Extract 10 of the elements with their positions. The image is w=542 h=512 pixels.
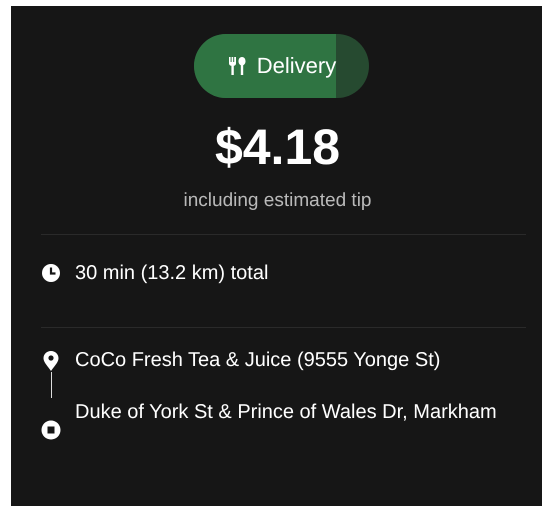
- fork-spoon-icon: [226, 56, 247, 76]
- price: $4.18: [214, 118, 342, 176]
- clock-icon: [41, 263, 61, 283]
- trip-summary: 30 min (13.2 km) total: [75, 261, 268, 286]
- stop-address: Duke of York St & Prince of Wales Dr, Markham: [75, 400, 497, 425]
- price-note: including estimated tip: [182, 190, 372, 212]
- pill-label: Delivery: [256, 53, 336, 79]
- destination-icon: [41, 420, 61, 440]
- stop-address: CoCo Fresh Tea & Juice (9555 Yonge St): [75, 348, 440, 373]
- location-pin-icon: [42, 350, 60, 372]
